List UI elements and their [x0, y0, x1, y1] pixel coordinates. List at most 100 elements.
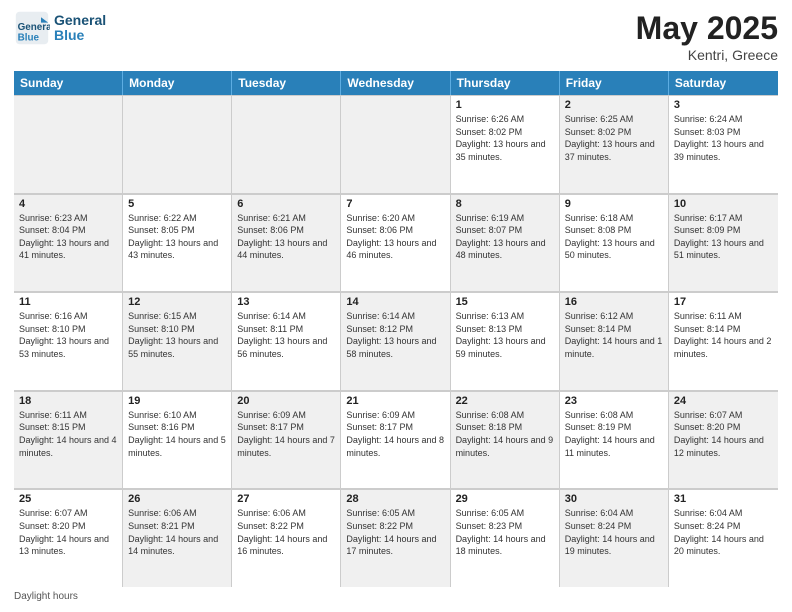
cell-info: Sunrise: 6:09 AM Sunset: 8:17 PM Dayligh… [237, 409, 335, 459]
header-day-monday: Monday [123, 71, 232, 95]
header: General Blue General Blue May 2025 Kentr… [14, 10, 778, 63]
logo-blue: Blue [54, 28, 106, 43]
cell-info: Sunrise: 6:08 AM Sunset: 8:18 PM Dayligh… [456, 409, 554, 459]
calendar-cell: 28 Sunrise: 6:05 AM Sunset: 8:22 PM Dayli… [341, 489, 450, 587]
day-number: 27 [237, 493, 335, 505]
calendar-cell: 9 Sunrise: 6:18 AM Sunset: 8:08 PM Daylig… [560, 194, 669, 292]
cell-info: Sunrise: 6:24 AM Sunset: 8:03 PM Dayligh… [674, 113, 773, 163]
cell-info: Sunrise: 6:11 AM Sunset: 8:15 PM Dayligh… [19, 409, 117, 459]
calendar-cell: 7 Sunrise: 6:20 AM Sunset: 8:06 PM Daylig… [341, 194, 450, 292]
calendar-cell [341, 95, 450, 193]
cell-info: Sunrise: 6:20 AM Sunset: 8:06 PM Dayligh… [346, 212, 444, 262]
logo-general: General [54, 13, 106, 28]
day-number: 13 [237, 296, 335, 308]
calendar-cell: 14Sunrise: 6:14 AM Sunset: 8:12 PM Dayli… [341, 292, 450, 390]
calendar-cell: 24 Sunrise: 6:07 AM Sunset: 8:20 PM Dayli… [669, 391, 778, 489]
calendar-cell: 31 Sunrise: 6:04 AM Sunset: 8:24 PM Dayli… [669, 489, 778, 587]
svg-text:Blue: Blue [18, 33, 40, 44]
calendar-cell [232, 95, 341, 193]
title-section: May 2025 Kentri, Greece [636, 10, 778, 63]
calendar-cell: 23Sunrise: 6:08 AM Sunset: 8:19 PM Dayli… [560, 391, 669, 489]
calendar-row-4: 18 Sunrise: 6:11 AM Sunset: 8:15 PM Dayli… [14, 391, 778, 490]
page: General Blue General Blue May 2025 Kentr… [0, 0, 792, 612]
cell-info: Sunrise: 6:05 AM Sunset: 8:23 PM Dayligh… [456, 507, 554, 557]
calendar-cell: 12Sunrise: 6:15 AM Sunset: 8:10 PM Dayli… [123, 292, 232, 390]
day-number: 3 [674, 99, 773, 111]
calendar-cell: 2 Sunrise: 6:25 AM Sunset: 8:02 PM Daylig… [560, 95, 669, 193]
header-day-tuesday: Tuesday [232, 71, 341, 95]
header-day-saturday: Saturday [669, 71, 778, 95]
calendar-cell: 5Sunrise: 6:22 AM Sunset: 8:05 PM Daylig… [123, 194, 232, 292]
day-number: 6 [237, 198, 335, 210]
footer-note: Daylight hours [14, 591, 778, 602]
day-number: 30 [565, 493, 663, 505]
calendar: SundayMondayTuesdayWednesdayThursdayFrid… [14, 71, 778, 587]
cell-info: Sunrise: 6:06 AM Sunset: 8:22 PM Dayligh… [237, 507, 335, 557]
cell-info: Sunrise: 6:06 AM Sunset: 8:21 PM Dayligh… [128, 507, 226, 557]
day-number: 11 [19, 296, 117, 308]
cell-info: Sunrise: 6:26 AM Sunset: 8:02 PM Dayligh… [456, 113, 554, 163]
day-number: 25 [19, 493, 117, 505]
calendar-cell: 27 Sunrise: 6:06 AM Sunset: 8:22 PM Dayli… [232, 489, 341, 587]
calendar-row-1: 1 Sunrise: 6:26 AM Sunset: 8:02 PM Daylig… [14, 95, 778, 194]
cell-info: Sunrise: 6:04 AM Sunset: 8:24 PM Dayligh… [565, 507, 663, 557]
cell-info: Sunrise: 6:25 AM Sunset: 8:02 PM Dayligh… [565, 113, 663, 163]
cell-info: Sunrise: 6:07 AM Sunset: 8:20 PM Dayligh… [674, 409, 773, 459]
day-number: 21 [346, 395, 444, 407]
cell-info: Sunrise: 6:23 AM Sunset: 8:04 PM Dayligh… [19, 212, 117, 262]
calendar-cell: 1 Sunrise: 6:26 AM Sunset: 8:02 PM Daylig… [451, 95, 560, 193]
calendar-cell: 29 Sunrise: 6:05 AM Sunset: 8:23 PM Dayli… [451, 489, 560, 587]
calendar-cell: 11 Sunrise: 6:16 AM Sunset: 8:10 PM Dayli… [14, 292, 123, 390]
calendar-cell: 16 Sunrise: 6:12 AM Sunset: 8:14 PM Dayli… [560, 292, 669, 390]
cell-info: Sunrise: 6:16 AM Sunset: 8:10 PM Dayligh… [19, 310, 117, 360]
header-day-thursday: Thursday [451, 71, 560, 95]
calendar-cell [14, 95, 123, 193]
cell-info: Sunrise: 6:12 AM Sunset: 8:14 PM Dayligh… [565, 310, 663, 360]
calendar-cell [123, 95, 232, 193]
day-number: 7 [346, 198, 444, 210]
day-number: 29 [456, 493, 554, 505]
cell-info: Sunrise: 6:14 AM Sunset: 8:11 PM Dayligh… [237, 310, 335, 360]
calendar-cell: 30 Sunrise: 6:04 AM Sunset: 8:24 PM Dayli… [560, 489, 669, 587]
cell-info: Sunrise: 6:21 AM Sunset: 8:06 PM Dayligh… [237, 212, 335, 262]
cell-info: Sunrise: 6:07 AM Sunset: 8:20 PM Dayligh… [19, 507, 117, 557]
calendar-row-3: 11 Sunrise: 6:16 AM Sunset: 8:10 PM Dayli… [14, 292, 778, 391]
day-number: 5 [128, 198, 226, 210]
calendar-cell: 4Sunrise: 6:23 AM Sunset: 8:04 PM Daylig… [14, 194, 123, 292]
month-title: May 2025 [636, 10, 778, 47]
calendar-cell: 8Sunrise: 6:19 AM Sunset: 8:07 PM Daylig… [451, 194, 560, 292]
day-number: 8 [456, 198, 554, 210]
calendar-cell: 26 Sunrise: 6:06 AM Sunset: 8:21 PM Dayli… [123, 489, 232, 587]
location: Kentri, Greece [636, 47, 778, 63]
day-number: 12 [128, 296, 226, 308]
day-number: 31 [674, 493, 773, 505]
day-number: 10 [674, 198, 773, 210]
day-number: 20 [237, 395, 335, 407]
calendar-cell: 18 Sunrise: 6:11 AM Sunset: 8:15 PM Dayli… [14, 391, 123, 489]
cell-info: Sunrise: 6:10 AM Sunset: 8:16 PM Dayligh… [128, 409, 226, 459]
day-number: 16 [565, 296, 663, 308]
day-number: 15 [456, 296, 554, 308]
day-number: 9 [565, 198, 663, 210]
day-number: 2 [565, 99, 663, 111]
cell-info: Sunrise: 6:13 AM Sunset: 8:13 PM Dayligh… [456, 310, 554, 360]
cell-info: Sunrise: 6:17 AM Sunset: 8:09 PM Dayligh… [674, 212, 773, 262]
calendar-cell: 17Sunrise: 6:11 AM Sunset: 8:14 PM Dayli… [669, 292, 778, 390]
calendar-cell: 10 Sunrise: 6:17 AM Sunset: 8:09 PM Dayli… [669, 194, 778, 292]
cell-info: Sunrise: 6:05 AM Sunset: 8:22 PM Dayligh… [346, 507, 444, 557]
day-number: 1 [456, 99, 554, 111]
cell-info: Sunrise: 6:11 AM Sunset: 8:14 PM Dayligh… [674, 310, 773, 360]
cell-info: Sunrise: 6:18 AM Sunset: 8:08 PM Dayligh… [565, 212, 663, 262]
cell-info: Sunrise: 6:04 AM Sunset: 8:24 PM Dayligh… [674, 507, 773, 557]
calendar-cell: 22Sunrise: 6:08 AM Sunset: 8:18 PM Dayli… [451, 391, 560, 489]
day-number: 19 [128, 395, 226, 407]
calendar-cell: 3 Sunrise: 6:24 AM Sunset: 8:03 PM Daylig… [669, 95, 778, 193]
day-number: 26 [128, 493, 226, 505]
logo-text: General Blue [54, 13, 106, 44]
day-number: 24 [674, 395, 773, 407]
cell-info: Sunrise: 6:09 AM Sunset: 8:17 PM Dayligh… [346, 409, 444, 459]
calendar-cell: 19 Sunrise: 6:10 AM Sunset: 8:16 PM Dayli… [123, 391, 232, 489]
day-number: 28 [346, 493, 444, 505]
calendar-body: 1 Sunrise: 6:26 AM Sunset: 8:02 PM Daylig… [14, 95, 778, 587]
day-number: 18 [19, 395, 117, 407]
